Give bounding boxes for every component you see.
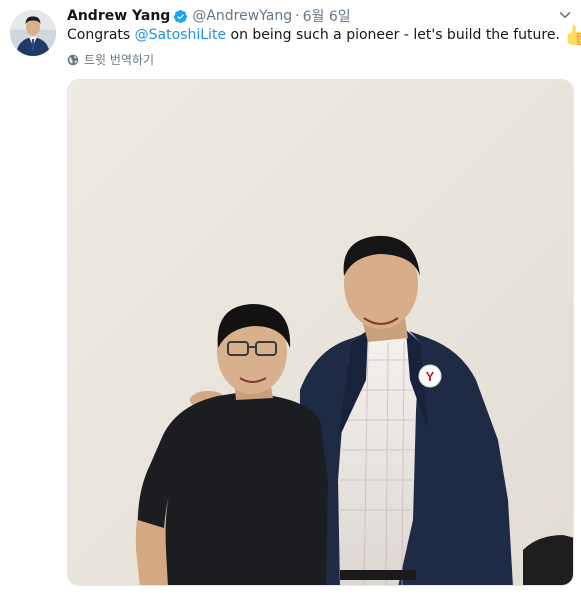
author-name[interactable]: Andrew Yang: [67, 8, 170, 24]
chevron-down-icon[interactable]: [559, 9, 571, 21]
photo-image: Y: [68, 80, 573, 585]
tweet: Andrew Yang @AndrewYang · 6월 6일 Congrats…: [0, 0, 581, 594]
verified-badge-icon: [174, 9, 188, 23]
translate-label: 트윗 번역하기: [84, 53, 155, 67]
avatar-image: [10, 10, 56, 56]
tweet-photo[interactable]: Y: [67, 79, 574, 586]
globe-icon: [67, 54, 79, 65]
header-separator: ·: [295, 8, 300, 24]
tweet-header: Andrew Yang @AndrewYang · 6월 6일: [67, 6, 351, 26]
campaign-pin-letter: Y: [426, 369, 435, 384]
tweet-text-after: on being such a pioneer - let's build th…: [226, 27, 560, 43]
author-avatar[interactable]: [10, 10, 56, 56]
thumbs-up-icon: [567, 25, 581, 45]
tweet-timestamp[interactable]: 6월 6일: [303, 6, 351, 26]
tweet-text-before: Congrats: [67, 27, 135, 43]
mention-link[interactable]: @SatoshiLite: [135, 25, 226, 45]
author-handle[interactable]: @AndrewYang: [192, 8, 292, 24]
tweet-text: Congrats @SatoshiLite on being such a pi…: [67, 25, 581, 45]
translate-tweet-link[interactable]: 트윗 번역하기: [67, 51, 154, 68]
